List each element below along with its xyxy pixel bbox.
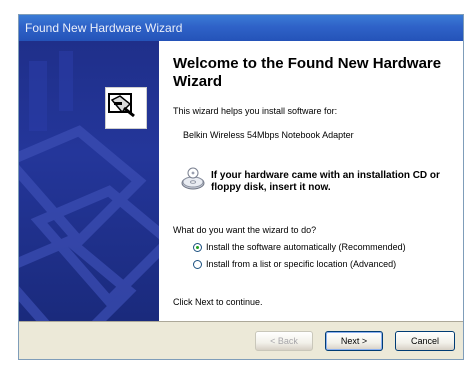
hardware-wizard-icon <box>105 87 147 129</box>
wizard-side-panel <box>19 41 159 321</box>
wizard-heading: Welcome to the Found New Hardware Wizard <box>173 55 442 90</box>
cd-prompt-text: If your hardware came with an installati… <box>211 169 440 193</box>
next-button[interactable]: Next > <box>325 331 383 351</box>
device-name: Belkin Wireless 54Mbps Notebook Adapter <box>183 130 354 140</box>
option-label: Install the software automatically (Reco… <box>206 242 406 252</box>
continue-instruction: Click Next to continue. <box>173 297 263 307</box>
cd-disc-icon <box>181 167 205 196</box>
wizard-footer: < Back Next > Cancel <box>19 321 463 359</box>
option-install-automatically[interactable]: Install the software automatically (Reco… <box>193 241 453 253</box>
title-bar[interactable]: Found New Hardware Wizard <box>19 15 463 41</box>
cancel-button[interactable]: Cancel <box>395 331 455 351</box>
side-panel-graphic <box>19 51 159 321</box>
radio-button-selected[interactable] <box>193 242 202 252</box>
intro-text: This wizard helps you install software f… <box>173 106 338 116</box>
cd-prompt-row: If your hardware came with an installati… <box>181 167 453 196</box>
option-label: Install from a list or specific location… <box>206 259 397 269</box>
back-button[interactable]: < Back <box>255 331 313 351</box>
wizard-content: Welcome to the Found New Hardware Wizard… <box>159 41 463 321</box>
option-install-from-list[interactable]: Install from a list or specific location… <box>193 258 453 270</box>
window-title: Found New Hardware Wizard <box>25 21 183 35</box>
wizard-question: What do you want the wizard to do? <box>173 225 317 235</box>
wizard-window: Found New Hardware Wizard Welcome to the… <box>18 14 464 360</box>
radio-button[interactable] <box>193 259 202 269</box>
